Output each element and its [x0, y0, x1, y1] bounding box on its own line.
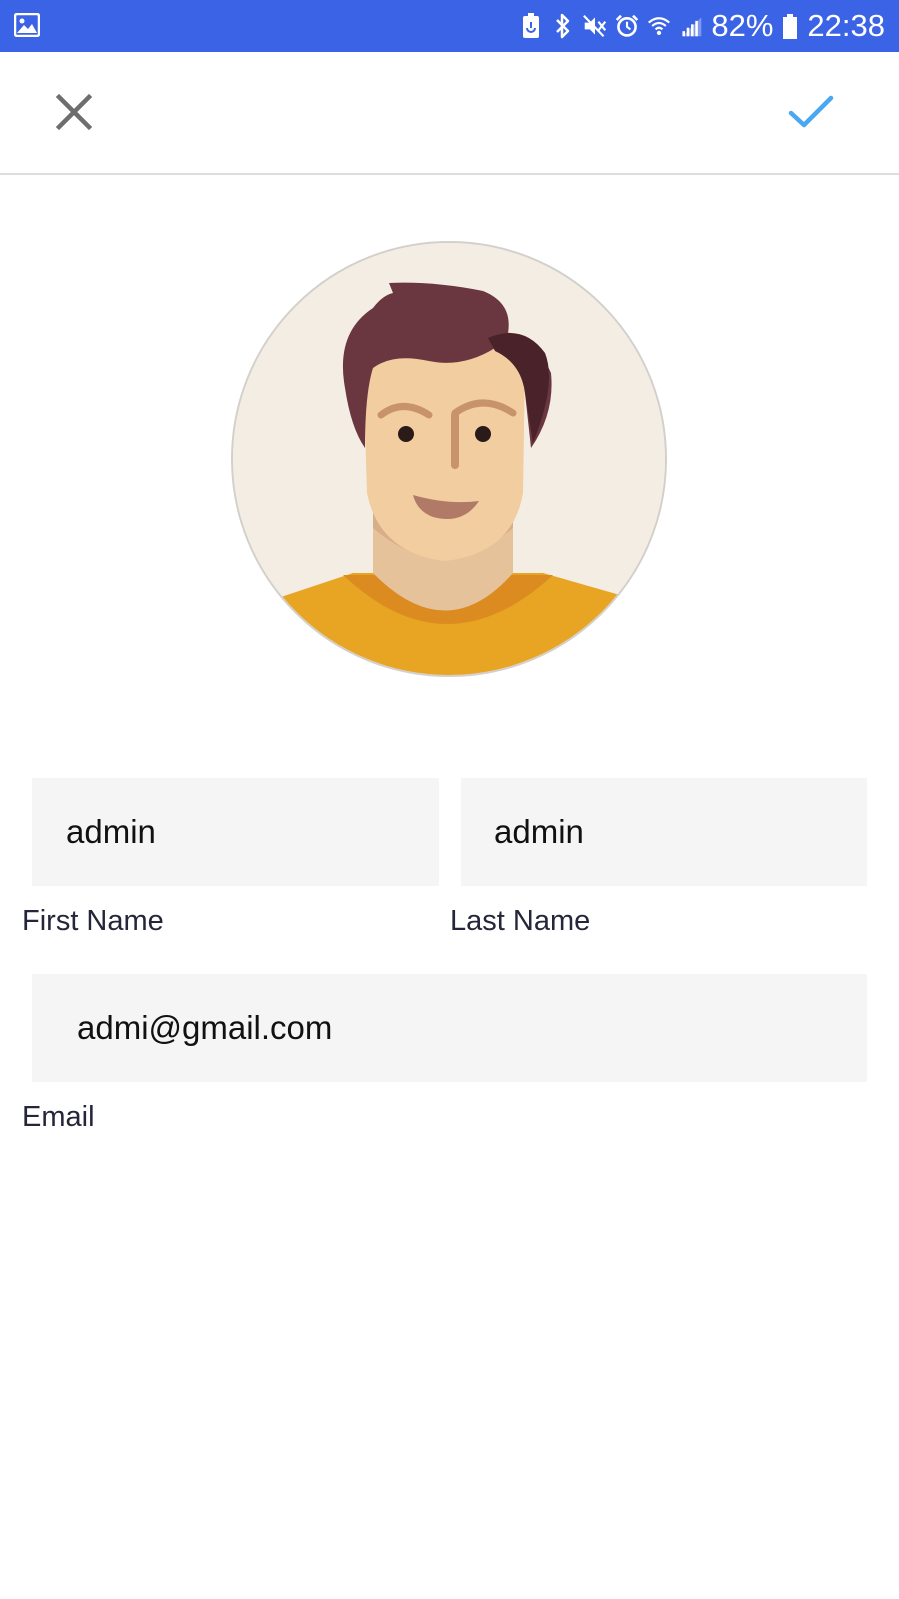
email-label: Email [22, 1101, 95, 1133]
mute-icon [583, 12, 607, 40]
email-input[interactable] [32, 974, 867, 1082]
check-icon [788, 95, 834, 128]
last-name-label: Last Name [450, 905, 591, 937]
signal-icon [679, 12, 703, 40]
last-name-field[interactable] [461, 778, 867, 886]
bluetooth-icon [551, 12, 575, 40]
edit-profile-screen: 82% 22:38 admin First Name admin Last Na… [0, 0, 899, 1599]
battery-icon [781, 12, 799, 40]
alarm-icon [615, 12, 639, 40]
gallery-icon [13, 12, 41, 38]
clock-time: 22:38 [807, 8, 885, 43]
status-icons: 82% 22:38 [519, 0, 885, 52]
user-avatar-illustration [233, 243, 665, 675]
first-name-input[interactable] [32, 778, 439, 886]
status-bar: 82% 22:38 [0, 0, 899, 52]
avatar[interactable] [231, 241, 667, 677]
wifi-icon [647, 12, 671, 40]
email-field[interactable] [32, 974, 867, 1082]
confirm-button[interactable] [785, 88, 837, 136]
first-name-field[interactable] [32, 778, 439, 886]
battery-percent: 82% [711, 8, 774, 43]
close-icon [55, 93, 93, 131]
toolbar [0, 52, 899, 175]
battery-saver-icon [519, 12, 543, 40]
last-name-input[interactable] [461, 778, 867, 886]
first-name-label: First Name [22, 905, 164, 937]
close-button[interactable] [50, 88, 98, 136]
